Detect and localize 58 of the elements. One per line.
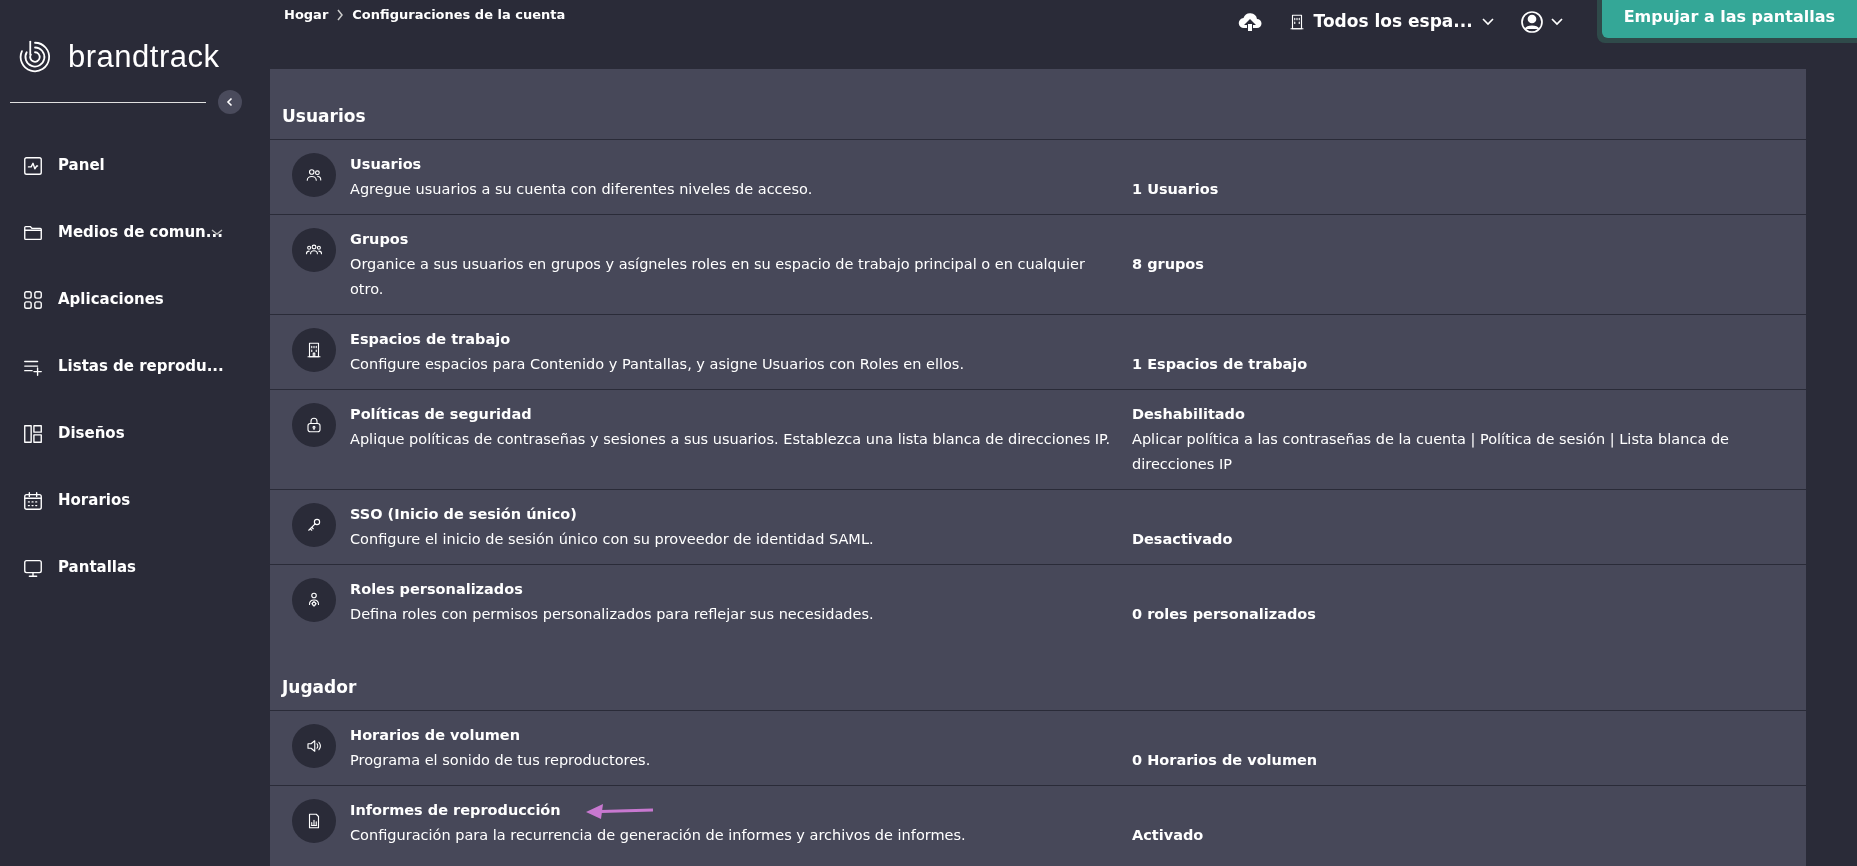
collapse-button[interactable] bbox=[218, 90, 242, 114]
status-detail: Aplicar política a las contraseñas de la cuenta | Política de sesión | Lista blanca de direcciones IP bbox=[1132, 430, 1730, 474]
chevron-down-icon bbox=[1480, 16, 1495, 27]
row-title: Horarios de volumen bbox=[350, 726, 521, 745]
settings-row[interactable]: Usuarios Agregue usuarios a su cuenta con diferentes niveles de acceso. 1 Usuarios bbox=[270, 139, 1806, 214]
lock-icon bbox=[305, 416, 323, 434]
row-description: Configuración para la recurrencia de generación de informes y archivos de informes. bbox=[350, 826, 967, 845]
sidebar-item[interactable]: Listas de reprodu... bbox=[10, 333, 250, 400]
sidebar-item[interactable]: Pantallas bbox=[10, 534, 250, 601]
chart-icon bbox=[22, 154, 44, 177]
brand-logo-text: brandtrack bbox=[68, 37, 220, 76]
cloud-upload-icon[interactable] bbox=[1237, 11, 1262, 32]
workspace-dropdown[interactable]: Todos los espa... bbox=[1287, 8, 1495, 35]
breadcrumb-link[interactable]: Hogar bbox=[284, 5, 329, 25]
status-value: Desactivado bbox=[1132, 530, 1233, 549]
status-value: 1 Usuarios bbox=[1132, 180, 1219, 199]
settings-row[interactable]: Horarios de volumen Programa el sonido de tus reproductores. 0 Horarios de volumen bbox=[270, 710, 1806, 785]
settings-row[interactable]: SSO (Inicio de sesión único) Configure el inicio de sesión único con su proveedor de identidad SAML. Desactivado bbox=[270, 489, 1806, 564]
status-value: 1 Espacios de trabajo bbox=[1132, 355, 1308, 374]
users-icon bbox=[305, 166, 323, 184]
row-description: Defina roles con permisos personalizados para reflejar sus necesidades. bbox=[350, 605, 875, 624]
settings-row[interactable]: Roles personalizados Defina roles con permisos personalizados para reflejar sus necesidades. 0 roles personalizados bbox=[270, 564, 1806, 639]
row-description: Configure espacios para Contenido y Pantallas, y asigne Usuarios con Roles en ellos. bbox=[350, 355, 965, 374]
settings-row[interactable]: Grupos Organice a sus usuarios en grupos y asígneles roles en su espacio de trabajo principal o en cualquier otro. 8 grupos bbox=[270, 214, 1806, 314]
chevron-right-icon bbox=[336, 8, 345, 21]
chevron-left-icon bbox=[225, 97, 235, 107]
settings-row[interactable]: Espacios de trabajo Configure espacios para Contenido y Pantallas, y asigne Usuarios con Roles en ellos. 1 Espacios de trabajo bbox=[270, 314, 1806, 389]
status-value: Activado bbox=[1132, 826, 1204, 845]
row-description: Aplique políticas de contraseñas y sesiones a sus usuarios. Establezca una lista blanca de direcciones IP. bbox=[350, 430, 1112, 449]
building-icon bbox=[305, 341, 323, 359]
grid-icon bbox=[22, 288, 44, 311]
row-description: Configure el inicio de sesión único con su proveedor de identidad SAML. bbox=[350, 530, 875, 549]
row-description: Organice a sus usuarios en grupos y asígneles roles en su espacio de trabajo principal o en cualquier otro. bbox=[350, 255, 1086, 299]
key-icon bbox=[305, 516, 323, 534]
row-title: Usuarios bbox=[350, 155, 422, 174]
row-description: Programa el sonido de tus reproductores. bbox=[350, 751, 652, 770]
row-title: Grupos bbox=[350, 230, 409, 249]
row-title: Políticas de seguridad bbox=[350, 405, 532, 424]
sidebar-item[interactable]: Panel bbox=[10, 132, 250, 199]
status-value: 0 Horarios de volumen bbox=[1132, 751, 1318, 770]
layout-icon bbox=[22, 422, 44, 445]
row-title: Informes de reproducción bbox=[350, 801, 561, 820]
sidebar-item[interactable]: Diseños bbox=[10, 400, 250, 467]
section-heading: Jugador bbox=[280, 675, 358, 699]
row-title: Roles personalizados bbox=[350, 580, 523, 599]
calendar-icon bbox=[22, 489, 44, 512]
status-value: 0 roles personalizados bbox=[1132, 605, 1316, 624]
speaker-icon bbox=[305, 737, 323, 755]
section-heading: Usuarios bbox=[281, 104, 367, 128]
sidebar-item[interactable]: Medios de comun... bbox=[10, 199, 250, 266]
status-value: Deshabilitado bbox=[1132, 406, 1245, 422]
row-description: Agregue usuarios a su cuenta con diferentes niveles de acceso. bbox=[350, 180, 814, 199]
settings-row[interactable]: Informes de reproducción Configuración para la recurrencia de generación de informes y archivos de informes. Activado bbox=[270, 785, 1806, 860]
row-title: SSO (Inicio de sesión único) bbox=[350, 505, 577, 524]
sidebar-item[interactable]: Aplicaciones bbox=[10, 266, 250, 333]
sidebar-item[interactable]: Horarios bbox=[10, 467, 250, 534]
status-value: 8 grupos bbox=[1132, 255, 1204, 274]
row-title: Espacios de trabajo bbox=[350, 330, 511, 349]
